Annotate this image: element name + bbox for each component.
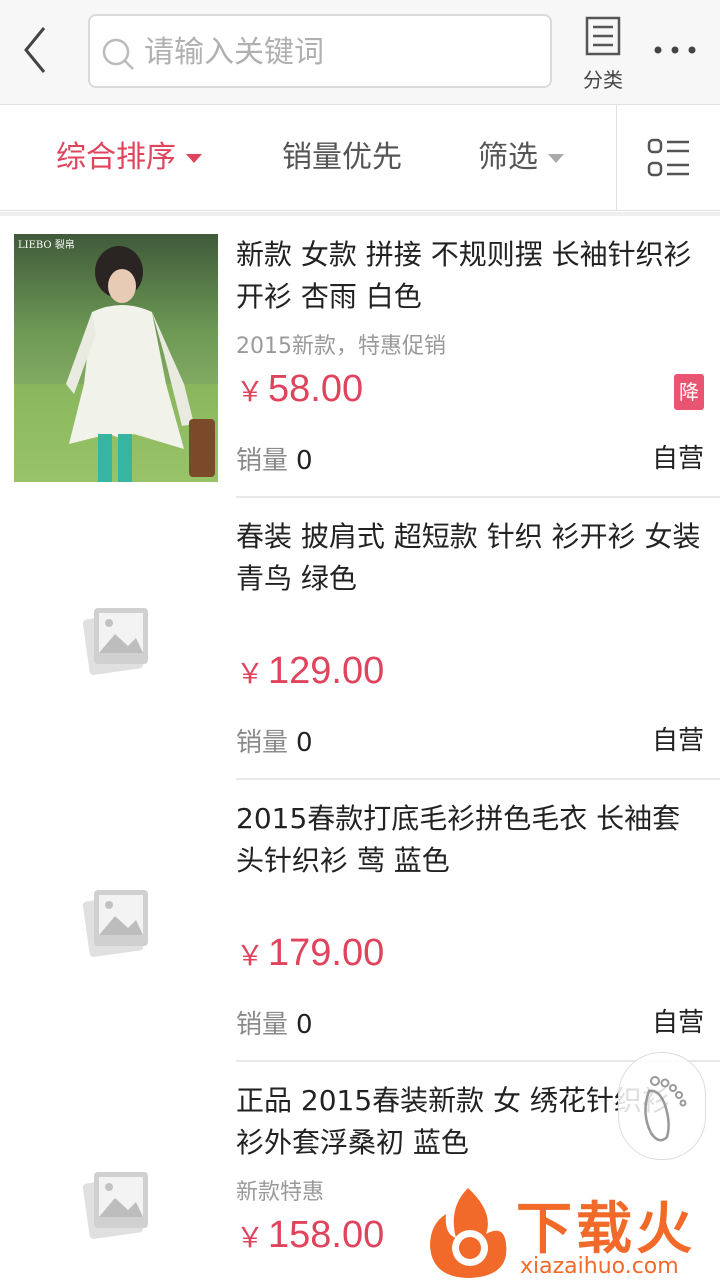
currency-symbol: ￥ <box>236 376 265 407</box>
sales-value: 0 <box>296 728 313 758</box>
product-image: LIEBO 裂帛 <box>14 234 218 482</box>
product-item[interactable]: 2015春款打底毛衫拼色毛衣 长袖套头针织衫 莺 蓝色 ￥ 179.00 销量 0 … <box>0 780 720 1062</box>
sales-value: 0 <box>296 1010 313 1040</box>
caret-down-icon <box>186 154 202 163</box>
price-value: 179.00 <box>268 932 385 974</box>
product-price: ￥ 58.00 <box>236 368 363 411</box>
back-button[interactable] <box>14 22 58 78</box>
sales-value: 0 <box>296 446 313 476</box>
tab-label: 综合排序 <box>56 140 176 175</box>
search-box[interactable] <box>88 14 552 88</box>
currency-symbol: ￥ <box>236 940 265 971</box>
watermark-domain: xiazaihuo.com <box>520 1254 679 1279</box>
watermark-brand: 下载火 <box>516 1197 696 1262</box>
image-placeholder-icon <box>82 1172 148 1239</box>
category-button[interactable]: 分类 <box>578 12 628 92</box>
list-doc-icon <box>585 16 621 56</box>
sales-count: 销量 0 <box>236 1004 313 1041</box>
tab-sort-sales[interactable]: 销量优先 <box>282 105 402 210</box>
sales-label: 销量 <box>236 728 289 758</box>
self-operated-label: 自营 <box>651 726 704 756</box>
product-item[interactable]: 春装 披肩式 超短款 针织 衫开衫 女装 青鸟 绿色 ￥ 129.00 销量 0 自… <box>0 498 720 780</box>
search-icon <box>102 38 134 70</box>
tab-filter[interactable]: 筛选 <box>478 105 564 210</box>
list-view-icon <box>647 138 689 177</box>
more-dots-icon <box>654 46 696 54</box>
product-item[interactable]: LIEBO 裂帛 新款 女款 拼接 不规则摆 长袖针织衫开衫 杏雨 白色 201… <box>0 216 720 498</box>
price-value: 158.00 <box>268 1214 385 1256</box>
image-placeholder-icon <box>82 890 148 957</box>
price-value: 58.00 <box>268 368 364 410</box>
sales-count: 销量 0 <box>236 722 313 759</box>
image-placeholder-icon <box>82 608 148 675</box>
tab-label: 销量优先 <box>282 140 402 175</box>
product-price: ￥ 179.00 <box>236 932 384 975</box>
more-button[interactable] <box>650 38 700 62</box>
price-value: 129.00 <box>268 650 385 692</box>
footprint-icon <box>644 1076 687 1142</box>
caret-down-icon <box>548 154 564 163</box>
tab-label: 筛选 <box>478 140 538 175</box>
product-image-placeholder <box>14 798 218 1046</box>
product-title: 2015春款打底毛衫拼色毛衣 长袖套头针织衫 莺 蓝色 <box>236 802 681 877</box>
product-subtitle: 2015新款，特惠促销 <box>236 334 446 359</box>
tab-sort-comprehensive[interactable]: 综合排序 <box>56 105 202 210</box>
category-label: 分类 <box>583 68 623 92</box>
flame-logo-icon <box>430 1188 507 1278</box>
chevron-left-icon <box>24 27 46 73</box>
sales-count: 销量 0 <box>236 440 313 477</box>
top-bar: 分类 <box>0 0 720 105</box>
site-watermark: 下载火 xiazaihuo.com <box>424 1184 720 1280</box>
sales-label: 销量 <box>236 446 289 476</box>
sort-bar: 综合排序 销量优先 筛选 <box>0 105 720 211</box>
product-image-placeholder <box>14 516 218 764</box>
self-operated-label: 自营 <box>651 1008 704 1038</box>
brand-logo: LIEBO 裂帛 <box>18 240 75 251</box>
product-title: 春装 披肩式 超短款 针织 衫开衫 女装 青鸟 绿色 <box>236 520 701 595</box>
product-price: ￥ 158.00 <box>236 1214 384 1257</box>
price-drop-badge: 降 <box>674 374 704 410</box>
self-operated-label: 自营 <box>651 444 704 474</box>
currency-symbol: ￥ <box>236 658 265 689</box>
currency-symbol: ￥ <box>236 1222 265 1253</box>
product-image-placeholder <box>14 1080 218 1284</box>
product-title: 新款 女款 拼接 不规则摆 长袖针织衫开衫 杏雨 白色 <box>236 238 692 313</box>
search-input[interactable] <box>142 26 536 78</box>
product-subtitle: 新款特惠 <box>236 1180 325 1205</box>
view-toggle-button[interactable] <box>616 105 720 210</box>
product-price: ￥ 129.00 <box>236 650 384 693</box>
product-list: LIEBO 裂帛 新款 女款 拼接 不规则摆 长袖针织衫开衫 杏雨 白色 201… <box>0 212 720 1284</box>
footprint-history-button[interactable] <box>618 1052 706 1160</box>
sales-label: 销量 <box>236 1010 289 1040</box>
